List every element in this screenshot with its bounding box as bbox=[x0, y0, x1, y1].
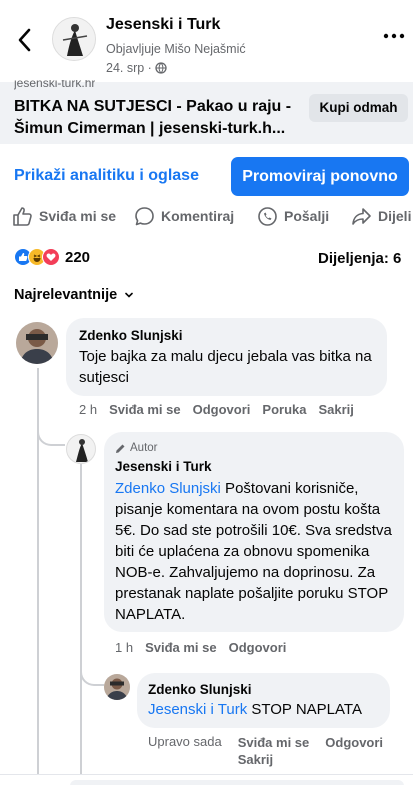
link-title[interactable]: BITKA NA SUTJESCI - Pakao u raju - Šimun… bbox=[14, 96, 300, 140]
share-button[interactable]: Dijeli bbox=[351, 204, 411, 228]
comment-time: 2 h bbox=[79, 402, 98, 417]
comment-message-button[interactable]: Poruka bbox=[262, 402, 306, 417]
avatar[interactable] bbox=[104, 674, 130, 700]
page-name[interactable]: Jesenski i Turk bbox=[106, 16, 220, 34]
shares-count[interactable]: Dijeljenja: 6 bbox=[318, 250, 401, 267]
buy-now-button[interactable]: Kupi odmah bbox=[309, 94, 408, 122]
reply-thread-line bbox=[80, 462, 82, 785]
comment-reply-button[interactable]: Odgovori bbox=[193, 402, 251, 417]
reactions-summary[interactable]: 220 bbox=[14, 248, 90, 266]
comment-like-button[interactable]: Sviđa mi se bbox=[109, 402, 181, 417]
comment-meta: Upravo sada Sviđa mi se Sakrij Odgovori bbox=[148, 734, 395, 768]
comment-time: 1 h bbox=[115, 640, 134, 655]
comment-reply-button[interactable]: Odgovori bbox=[325, 734, 383, 768]
comment-actions-stack: Sviđa mi se Sakrij bbox=[238, 734, 310, 768]
analytics-link[interactable]: Prikaži analitiku i oglase bbox=[14, 167, 199, 185]
share-label: Dijeli bbox=[378, 208, 412, 224]
globe-icon bbox=[155, 62, 167, 74]
comment-reply-button[interactable]: Odgovori bbox=[229, 640, 287, 655]
more-options-icon[interactable] bbox=[382, 26, 406, 46]
avatar[interactable] bbox=[66, 434, 96, 464]
author-badge: Autor bbox=[115, 442, 158, 454]
back-icon[interactable] bbox=[14, 26, 36, 54]
comment-hide-button[interactable]: Sakrij bbox=[318, 402, 353, 417]
comment-body: STOP NAPLATA bbox=[247, 701, 362, 718]
promote-button[interactable]: Promoviraj ponovno bbox=[231, 157, 409, 196]
send-label: Pošalji bbox=[284, 208, 330, 224]
comment-icon bbox=[135, 206, 154, 225]
comment-author[interactable]: Zdenko Slunjski bbox=[148, 682, 252, 697]
author-badge-label: Autor bbox=[130, 442, 158, 454]
thread-connector bbox=[37, 420, 65, 446]
page-avatar[interactable] bbox=[52, 17, 96, 61]
comment-body: Poštovani korisniče, pisanje komentara n… bbox=[115, 480, 392, 623]
messenger-icon bbox=[258, 206, 277, 226]
mention-link[interactable]: Jesenski i Turk bbox=[148, 701, 247, 718]
like-label: Sviđa mi se bbox=[39, 208, 117, 224]
comment-input[interactable] bbox=[70, 780, 404, 785]
comment-sort-dropdown[interactable]: Najrelevantnije bbox=[14, 287, 135, 303]
comment-button[interactable]: Komentiraj bbox=[134, 204, 234, 228]
send-button[interactable]: Pošalji bbox=[257, 204, 329, 228]
share-icon bbox=[352, 207, 371, 225]
reactions-count: 220 bbox=[65, 248, 91, 266]
post-time: 24. srp · bbox=[106, 61, 167, 75]
chevron-down-icon bbox=[125, 292, 133, 298]
comment-like-button[interactable]: Sviđa mi se bbox=[145, 640, 217, 655]
link-domain: jesenski-turk.hr bbox=[14, 80, 96, 90]
mention-link[interactable]: Zdenko Slunjski bbox=[115, 480, 221, 497]
comment-hide-button[interactable]: Sakrij bbox=[238, 751, 310, 768]
sort-label: Najrelevantnije bbox=[14, 287, 118, 303]
reply-thread-connector bbox=[80, 660, 104, 686]
comment-author[interactable]: Jesenski i Turk bbox=[115, 459, 212, 474]
comment-text: Zdenko Slunjski Poštovani korisniče, pis… bbox=[115, 478, 395, 625]
avatar[interactable] bbox=[16, 322, 58, 364]
comment-text: Toje bajka za malu djecu jebala vas bitk… bbox=[79, 348, 372, 386]
comment-meta: 2 h Sviđa mi se Odgovori Poruka Sakrij bbox=[79, 402, 366, 417]
comment-meta: 1 h Sviđa mi se Odgovori bbox=[115, 640, 298, 655]
post-author: Objavljuje Mišo Nejašmić bbox=[106, 42, 246, 56]
comment-like-button[interactable]: Sviđa mi se bbox=[238, 734, 310, 751]
post-date: 24. srp · bbox=[106, 61, 152, 75]
pencil-icon bbox=[116, 444, 125, 453]
comment-text: Jesenski i Turk STOP NAPLATA bbox=[148, 699, 388, 720]
comment-author[interactable]: Zdenko Slunjski bbox=[79, 328, 183, 343]
comment-time: Upravo sada bbox=[148, 734, 222, 749]
thumbs-up-icon bbox=[13, 206, 32, 226]
comment-label: Komentiraj bbox=[161, 208, 235, 224]
love-reaction-icon bbox=[42, 248, 60, 266]
like-button[interactable]: Sviđa mi se bbox=[12, 204, 116, 228]
